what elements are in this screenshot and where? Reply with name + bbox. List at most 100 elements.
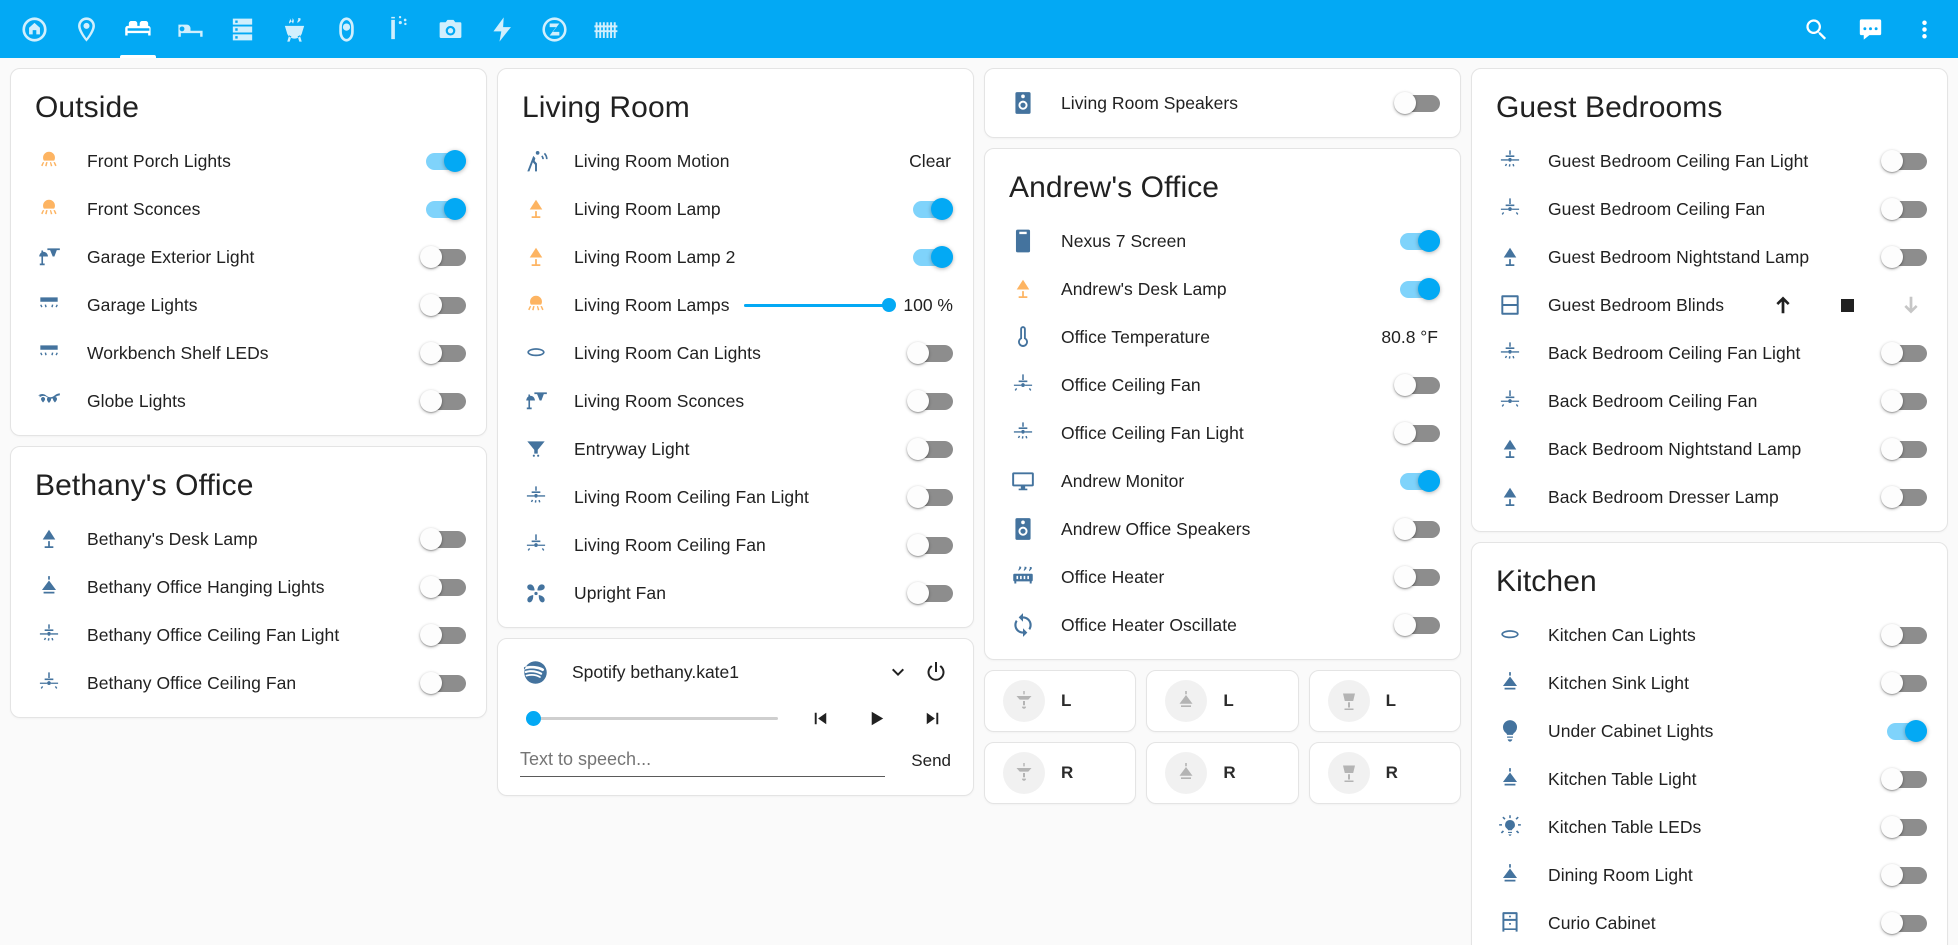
tab-living-room[interactable] [112,0,164,58]
speaker-preset-button[interactable]: L [1308,670,1461,732]
entity-toggle[interactable] [907,582,953,604]
entity-toggle[interactable] [420,576,466,598]
entity-row[interactable]: Guest Bedroom Blinds [1472,281,1947,329]
entity-row[interactable]: Back Bedroom Ceiling Fan [1472,377,1947,425]
dots-vertical-icon[interactable] [1908,13,1940,45]
entity-row[interactable]: Nexus 7 Screen [985,217,1460,265]
entity-row[interactable]: Office Heater [985,553,1460,601]
tab-bedroom[interactable] [164,0,216,58]
tab-location[interactable] [60,0,112,58]
entity-toggle[interactable] [1881,150,1927,172]
entity-row[interactable]: Living Room Ceiling Fan Light [498,473,973,521]
entity-row[interactable]: Guest Bedroom Nightstand Lamp [1472,233,1947,281]
search-icon[interactable] [1800,13,1832,45]
entity-toggle[interactable] [1394,518,1440,540]
entity-row[interactable]: Office Ceiling Fan [985,361,1460,409]
tab-zwave[interactable] [528,0,580,58]
speaker-preset-button[interactable]: L [984,670,1137,732]
entity-toggle[interactable] [420,624,466,646]
entity-toggle[interactable] [420,198,466,220]
entity-toggle[interactable] [1881,864,1927,886]
entity-toggle[interactable] [420,150,466,172]
power-icon[interactable] [921,657,951,687]
entity-toggle[interactable] [1394,278,1440,300]
entity-row[interactable]: Front Sconces [11,185,486,233]
entity-row[interactable]: Front Porch Lights [11,137,486,185]
entity-row[interactable]: Workbench Shelf LEDs [11,329,486,377]
entity-row[interactable]: Andrew Monitor [985,457,1460,505]
speaker-preset-button[interactable]: R [984,742,1137,804]
entity-toggle[interactable] [1394,230,1440,252]
tab-camera[interactable] [424,0,476,58]
entity-row[interactable]: Garage Exterior Light [11,233,486,281]
entity-toggle[interactable] [420,342,466,364]
entity-row[interactable]: Guest Bedroom Ceiling Fan Light [1472,137,1947,185]
entity-toggle[interactable] [907,246,953,268]
entity-row[interactable]: Globe Lights [11,377,486,425]
entity-row[interactable]: Kitchen Table Light [1472,755,1947,803]
tab-home[interactable] [8,0,60,58]
entity-row[interactable]: Curio Cabinet [1472,899,1947,945]
assist-chat-icon[interactable] [1854,13,1886,45]
entity-row[interactable]: Living Room Can Lights [498,329,973,377]
entity-row[interactable]: Entryway Light [498,425,973,473]
entity-row[interactable]: Bethany's Desk Lamp [11,515,486,563]
entity-toggle[interactable] [1881,246,1927,268]
tab-energy[interactable] [476,0,528,58]
entity-toggle[interactable] [1881,816,1927,838]
entity-row[interactable]: Guest Bedroom Ceiling Fan [1472,185,1947,233]
entity-toggle[interactable] [1394,566,1440,588]
entity-row[interactable]: Bethany Office Hanging Lights [11,563,486,611]
entity-toggle[interactable] [1881,390,1927,412]
entity-row[interactable]: Living Room Sconces [498,377,973,425]
entity-row[interactable]: Under Cabinet Lights [1472,707,1947,755]
entity-toggle[interactable] [907,534,953,556]
entity-row[interactable]: Bethany Office Ceiling Fan [11,659,486,707]
entity-toggle[interactable] [1881,720,1927,742]
entity-toggle[interactable] [1394,374,1440,396]
entity-row[interactable]: Andrew Office Speakers [985,505,1460,553]
entity-row[interactable]: Garage Lights [11,281,486,329]
entity-toggle[interactable] [1881,342,1927,364]
entity-row[interactable]: Andrew's Desk Lamp [985,265,1460,313]
arrow-down-icon[interactable] [1899,293,1923,317]
entity-row[interactable]: Living Room Motion Clear [498,137,973,185]
arrow-up-icon[interactable] [1771,293,1795,317]
speaker-preset-button[interactable]: L [1146,670,1299,732]
tab-server[interactable] [216,0,268,58]
entity-toggle[interactable] [420,390,466,412]
text-to-speech-input[interactable] [520,747,886,777]
entity-toggle[interactable] [1394,92,1440,114]
tab-sensor[interactable] [372,0,424,58]
entity-toggle[interactable] [1881,198,1927,220]
chevron-down-icon[interactable] [883,657,913,687]
entity-toggle[interactable] [1394,614,1440,636]
entity-toggle[interactable] [907,198,953,220]
tab-grill[interactable] [268,0,320,58]
tab-alarm[interactable] [320,0,372,58]
entity-row[interactable]: Office Heater Oscillate [985,601,1460,649]
entity-row[interactable]: Kitchen Sink Light [1472,659,1947,707]
entity-row[interactable]: Kitchen Table LEDs [1472,803,1947,851]
entity-row[interactable]: Back Bedroom Dresser Lamp [1472,473,1947,521]
speaker-preset-button[interactable]: R [1308,742,1461,804]
entity-row[interactable]: Office Temperature 80.8 °F [985,313,1460,361]
play-icon[interactable] [861,703,891,733]
entity-toggle[interactable] [907,438,953,460]
entity-row[interactable]: Dining Room Light [1472,851,1947,899]
entity-row[interactable]: Living Room Lamps 100 % [498,281,973,329]
entity-row[interactable]: Office Ceiling Fan Light [985,409,1460,457]
entity-row[interactable]: Upright Fan [498,569,973,617]
stop-square-icon[interactable] [1835,293,1859,317]
entity-row[interactable]: Back Bedroom Ceiling Fan Light [1472,329,1947,377]
send-button[interactable]: Send [911,751,951,777]
entity-row[interactable]: Living Room Lamp [498,185,973,233]
entity-toggle[interactable] [1881,624,1927,646]
entity-toggle[interactable] [1394,422,1440,444]
entity-row[interactable]: Kitchen Can Lights [1472,611,1947,659]
entity-toggle[interactable] [907,390,953,412]
brightness-slider[interactable] [743,296,896,314]
entity-toggle[interactable] [420,528,466,550]
entity-row[interactable]: Living Room Speakers [985,79,1460,127]
entity-toggle[interactable] [420,294,466,316]
